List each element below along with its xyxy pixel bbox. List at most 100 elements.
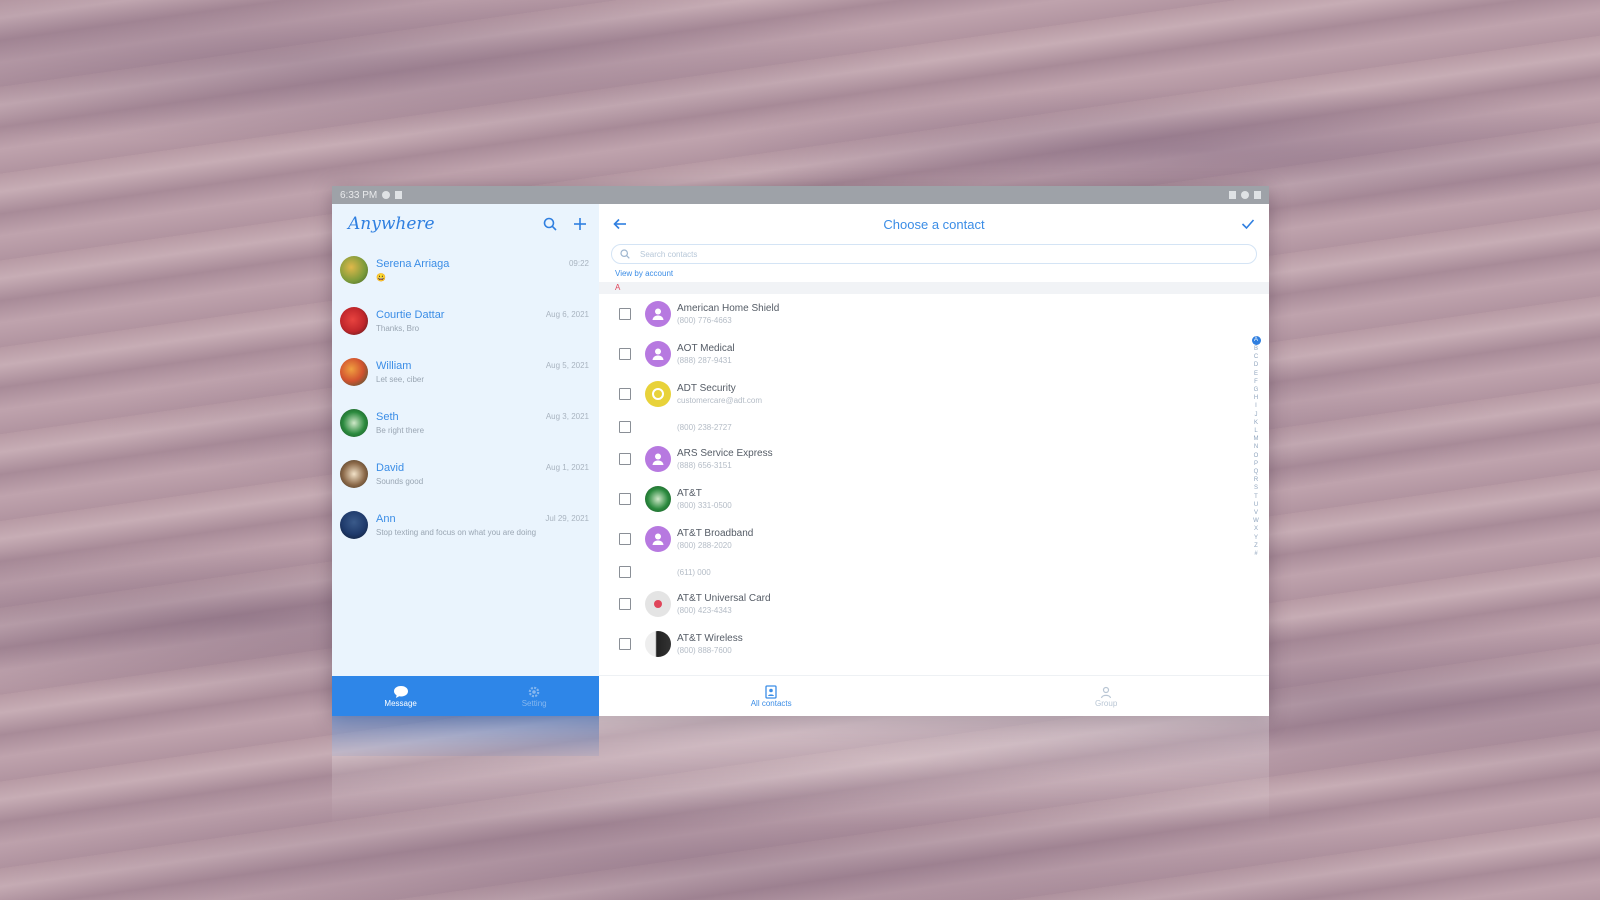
contact-number: (888) 656-3151 — [677, 461, 732, 470]
contact-checkbox[interactable] — [619, 388, 631, 400]
search-icon[interactable] — [543, 217, 557, 231]
contact-name: AT&T — [677, 488, 702, 499]
alphabet-index-letter[interactable]: I — [1255, 402, 1257, 410]
alphabet-index-letter[interactable]: E — [1254, 370, 1258, 378]
conversation-preview: Be right there — [376, 425, 425, 435]
conversation-item[interactable]: Serena Arriaga 09:22 😀 — [332, 244, 599, 295]
alphabet-index-letter[interactable]: C — [1254, 353, 1258, 361]
conversation-name: William — [376, 359, 412, 372]
contact-name: AT&T Broadband — [677, 528, 754, 539]
avatar — [340, 357, 368, 386]
page-title: Choose a contact — [883, 216, 985, 232]
alphabet-index-letter[interactable]: R — [1254, 476, 1258, 484]
alphabet-index-letter[interactable]: X — [1254, 525, 1258, 533]
search-bar — [611, 244, 1257, 264]
conversation-item[interactable]: William Aug 5, 2021 Let see, ciber — [332, 346, 599, 397]
alphabet-index-letter[interactable]: B — [1254, 345, 1258, 353]
settings-status-icon — [382, 191, 391, 199]
alphabet-index-letter[interactable]: H — [1254, 394, 1258, 402]
alphabet-index-letter[interactable]: Y — [1254, 534, 1258, 542]
view-by-account-link[interactable]: View by account — [615, 269, 1269, 278]
contact-chooser: Choose a contact View by account A — [599, 204, 1269, 716]
contact-checkbox[interactable] — [619, 638, 631, 650]
alphabet-index-letter[interactable]: F — [1254, 378, 1258, 386]
contact-row[interactable]: (800) 238-2727 — [599, 414, 1269, 439]
nav-setting[interactable]: Setting — [522, 685, 547, 708]
nav-all-contacts[interactable]: All contacts — [751, 684, 792, 708]
contact-row[interactable]: American Home Shield (800) 776-4663 — [599, 294, 1269, 334]
contact-number: (800) 776-4663 — [677, 316, 732, 325]
back-arrow-icon[interactable] — [613, 218, 627, 230]
contact-row[interactable]: AT&T (800) 331-0500 — [599, 479, 1269, 519]
alphabet-index-letter[interactable]: N — [1254, 443, 1258, 451]
contact-name: ARS Service Express — [677, 448, 773, 459]
avatar — [340, 306, 368, 335]
alphabet-index-letter[interactable]: # — [1254, 550, 1257, 558]
alphabet-index[interactable]: A B C D E F G H I J K L M N O P Q R S T U V W X Y Z # — [1251, 336, 1261, 558]
contact-checkbox[interactable] — [619, 348, 631, 360]
contact-checkbox[interactable] — [619, 565, 631, 578]
alphabet-index-letter[interactable]: T — [1254, 493, 1258, 501]
contact-checkbox[interactable] — [619, 420, 631, 433]
contact-row[interactable]: (611) 000 — [599, 559, 1269, 584]
conversation-date: 09:22 — [568, 259, 589, 268]
battery-icon — [1254, 191, 1261, 199]
alphabet-index-letter[interactable]: M — [1254, 435, 1259, 443]
conversation-item[interactable]: Courtie Dattar Aug 6, 2021 Thanks, Bro — [332, 295, 599, 346]
nav-setting-label: Setting — [521, 698, 547, 708]
alphabet-index-letter[interactable]: Q — [1254, 468, 1259, 476]
section-header: A — [599, 282, 1269, 294]
wifi-icon — [1241, 191, 1249, 199]
alphabet-index-letter[interactable]: W — [1253, 517, 1259, 525]
avatar — [340, 459, 368, 488]
alphabet-index-letter[interactable]: J — [1255, 411, 1258, 419]
empty-avatar — [645, 414, 671, 440]
alphabet-index-letter[interactable]: V — [1254, 509, 1258, 517]
search-input[interactable] — [638, 248, 1248, 260]
alphabet-index-letter[interactable]: Z — [1254, 542, 1258, 550]
contact-checkbox[interactable] — [619, 533, 631, 545]
contact-number: customercare@adt.com — [677, 396, 763, 405]
alphabet-index-letter[interactable]: K — [1254, 419, 1258, 427]
conversation-preview: 😀 — [376, 272, 386, 282]
card-avatar — [645, 591, 671, 617]
avatar — [340, 408, 368, 437]
contact-row[interactable]: AT&T Universal Card (800) 423-4343 — [599, 584, 1269, 624]
avatar — [340, 510, 368, 539]
contact-row[interactable]: ADT Security customercare@adt.com — [599, 374, 1269, 414]
photo-avatar — [645, 631, 671, 657]
alphabet-index-letter[interactable]: G — [1254, 386, 1259, 394]
contact-checkbox[interactable] — [619, 493, 631, 505]
contact-list: American Home Shield (800) 776-4663 AOT … — [599, 294, 1269, 664]
contact-row[interactable]: ARS Service Express (888) 656-3151 — [599, 439, 1269, 479]
alphabet-index-letter[interactable]: O — [1254, 452, 1259, 460]
nav-group[interactable]: Group — [1095, 685, 1117, 708]
bluetooth-icon — [1229, 191, 1236, 199]
conversation-date: Jul 29, 2021 — [545, 514, 589, 523]
right-header: Choose a contact — [599, 204, 1269, 244]
add-icon[interactable] — [573, 217, 587, 231]
alphabet-index-letter[interactable]: U — [1254, 501, 1258, 509]
nav-message[interactable]: Message — [384, 685, 417, 708]
conversation-item[interactable]: Ann Jul 29, 2021 Stop texting and focus … — [332, 499, 599, 550]
conversation-preview: Let see, ciber — [376, 374, 425, 384]
confirm-check-icon[interactable] — [1241, 218, 1255, 230]
conversation-item[interactable]: Seth Aug 3, 2021 Be right there — [332, 397, 599, 448]
alphabet-index-letter[interactable]: L — [1254, 427, 1257, 435]
contact-row[interactable]: AOT Medical (888) 287-9431 — [599, 334, 1269, 374]
tablet-window: 6:33 PM Anywhere Serena Arriaga 09:22 😀 … — [332, 186, 1269, 716]
alphabet-index-letter[interactable]: P — [1254, 460, 1258, 468]
conversation-item[interactable]: David Aug 1, 2021 Sounds good — [332, 448, 599, 499]
window-reflection — [332, 716, 1269, 826]
alphabet-index-letter[interactable]: A — [1251, 336, 1261, 345]
contact-checkbox[interactable] — [619, 308, 631, 320]
contact-number: (800) 288-2020 — [677, 541, 732, 550]
gear-icon — [528, 686, 540, 697]
contact-checkbox[interactable] — [619, 453, 631, 465]
contact-checkbox[interactable] — [619, 598, 631, 610]
contact-row[interactable]: AT&T Broadband (800) 288-2020 — [599, 519, 1269, 559]
contact-number: (800) 888-7600 — [677, 646, 732, 655]
alphabet-index-letter[interactable]: S — [1254, 484, 1258, 492]
alphabet-index-letter[interactable]: D — [1254, 361, 1258, 369]
contact-row[interactable]: AT&T Wireless (800) 888-7600 — [599, 624, 1269, 664]
